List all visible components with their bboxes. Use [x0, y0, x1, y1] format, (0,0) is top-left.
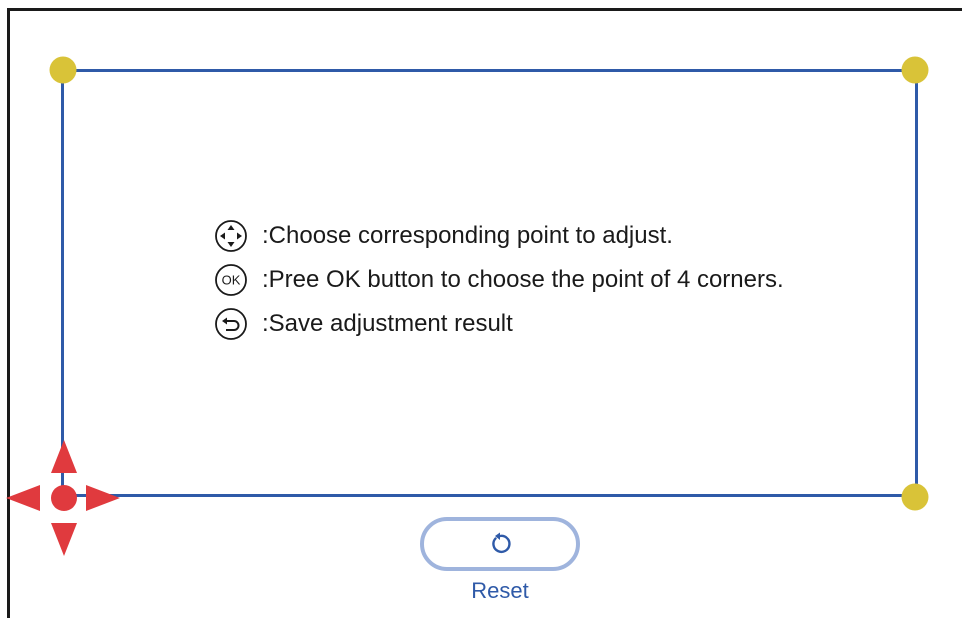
- reset-label[interactable]: Reset: [420, 578, 580, 604]
- corner-point-top-right[interactable]: [901, 56, 929, 84]
- instruction-back: :Save adjustment result: [214, 302, 894, 346]
- ok-button-icon: OK: [215, 264, 247, 296]
- instruction-back-text: :Save adjustment result: [262, 310, 513, 337]
- move-arrows-icon: [6, 440, 120, 556]
- back-arrow-icon: [215, 308, 247, 340]
- instruction-move: :Choose corresponding point to adjust.: [214, 214, 894, 258]
- keystone-correction-screen: :Choose corresponding point to adjust. O…: [0, 0, 962, 618]
- direction-pad-icon: [215, 220, 247, 252]
- rotate-icon: [492, 532, 511, 554]
- instruction-ok: OK :Pree OK button to choose the point o…: [214, 258, 894, 302]
- instruction-ok-text: :Pree OK button to choose the point of 4…: [262, 266, 784, 293]
- instructions-panel: :Choose corresponding point to adjust. O…: [214, 214, 894, 346]
- corner-point-top-left[interactable]: [49, 56, 77, 84]
- instruction-move-text: :Choose corresponding point to adjust.: [262, 222, 673, 249]
- reset-button[interactable]: [420, 517, 580, 571]
- corner-point-bottom-left-active[interactable]: [0, 440, 122, 556]
- corner-point-bottom-right[interactable]: [901, 483, 929, 511]
- ok-icon-text: OK: [222, 273, 241, 288]
